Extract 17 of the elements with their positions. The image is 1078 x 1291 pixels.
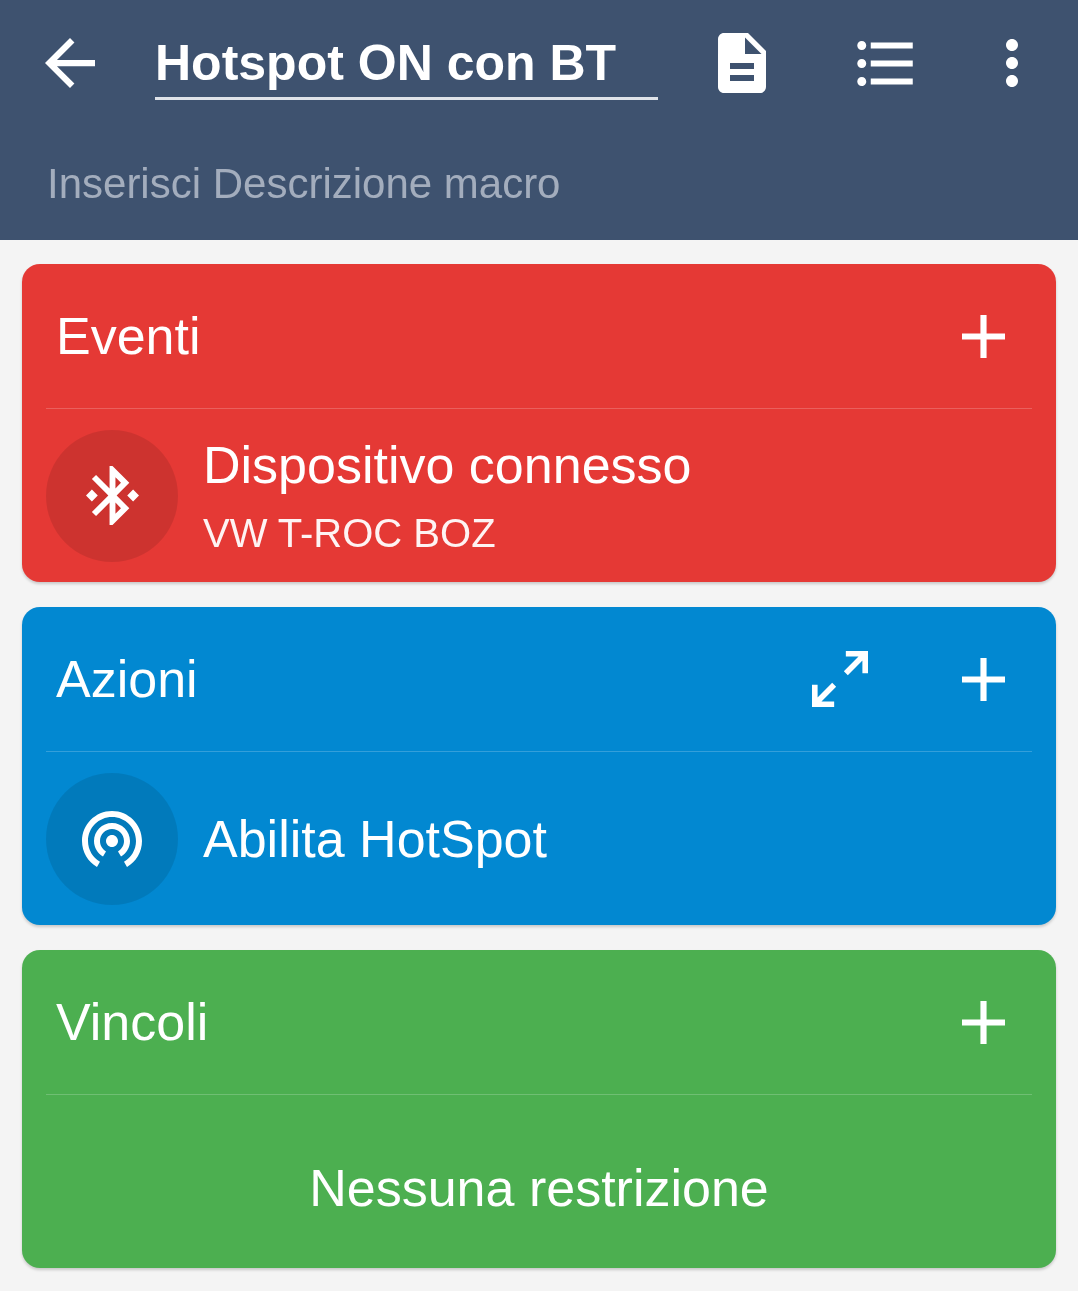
- section-title: Vincoli: [56, 992, 209, 1052]
- list-icon[interactable]: [857, 40, 913, 86]
- item-title[interactable]: Abilita HotSpot: [203, 806, 547, 871]
- item-detail: VW T-ROC BOZ: [203, 509, 496, 557]
- section-title: Azioni: [56, 649, 198, 709]
- expand-icon[interactable]: [812, 651, 868, 707]
- more-options-icon[interactable]: [1006, 39, 1018, 87]
- section-title: Eventi: [56, 306, 201, 366]
- description-field[interactable]: Inserisci Descrizione macro: [47, 154, 1031, 214]
- title-field[interactable]: Hotspot ON con BT: [155, 35, 658, 100]
- item-title[interactable]: Dispositivo connesso: [203, 432, 692, 497]
- document-icon[interactable]: [718, 33, 766, 93]
- arrow-left-icon[interactable]: [45, 38, 95, 88]
- add-icon[interactable]: [962, 314, 1005, 358]
- add-icon[interactable]: [962, 1000, 1005, 1044]
- add-icon[interactable]: [962, 657, 1005, 701]
- empty-message: Nessuna restrizione: [309, 1157, 769, 1219]
